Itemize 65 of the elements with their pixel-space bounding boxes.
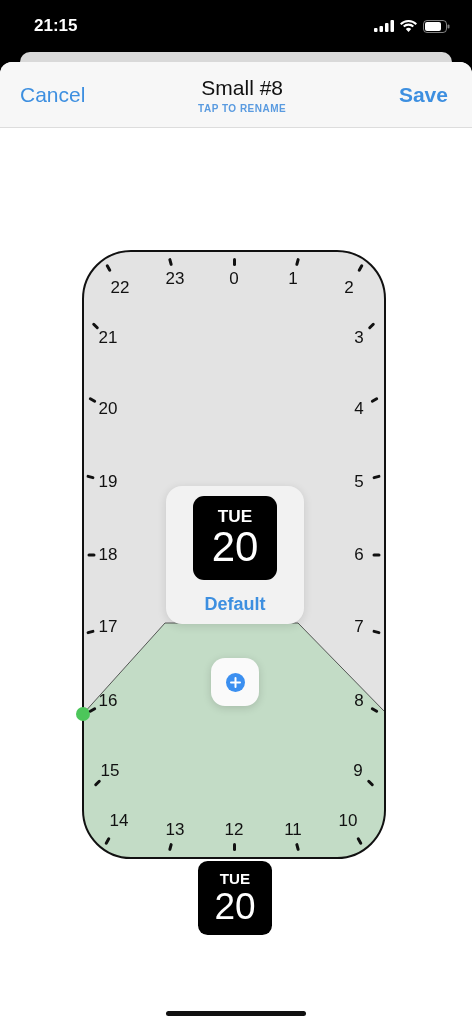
hour-label: 2: [344, 278, 354, 298]
hour-label: 10: [338, 811, 358, 831]
hour-tick: [94, 779, 102, 787]
hour-tick: [88, 396, 97, 404]
hour-tick: [232, 843, 236, 851]
default-label: Default: [204, 594, 266, 615]
hour-tick: [370, 706, 379, 714]
hour-label: 8: [354, 691, 364, 711]
status-time: 21:15: [34, 16, 78, 36]
hour-label: 16: [98, 691, 118, 711]
hour-label: 4: [354, 399, 364, 419]
handle-dot[interactable]: [76, 707, 90, 721]
hour-tick: [167, 843, 173, 852]
rename-hint[interactable]: TAP TO RENAME: [198, 102, 287, 114]
weekday-label: TUE: [217, 507, 253, 525]
hour-label: 5: [354, 472, 364, 492]
hour-label: 18: [98, 545, 118, 565]
hour-label: 7: [354, 617, 364, 637]
cancel-button[interactable]: Cancel: [20, 82, 86, 107]
default-card[interactable]: TUE 20 Default: [166, 486, 304, 624]
hour-label: 20: [98, 399, 118, 419]
hour-tick: [87, 553, 95, 557]
hour-tick: [356, 836, 363, 846]
hour-label: 21: [98, 328, 118, 348]
hour-tick: [295, 257, 301, 266]
hour-tick: [370, 396, 379, 404]
date-number: 20: [214, 887, 256, 925]
hour-tick: [232, 258, 236, 266]
hour-tick: [86, 629, 95, 635]
wifi-icon: [400, 20, 417, 32]
battery-icon: [423, 19, 450, 33]
add-button[interactable]: [211, 658, 259, 706]
hour-tick: [366, 779, 374, 787]
hour-label: 15: [100, 761, 120, 781]
hour-label: 13: [165, 820, 185, 840]
weekday-label: TUE: [219, 871, 251, 887]
hour-tick: [357, 263, 364, 273]
plus-icon: [225, 672, 245, 692]
widget-title[interactable]: Small #8: [201, 75, 283, 100]
hour-label: 19: [98, 472, 118, 492]
date-number: 20: [211, 526, 259, 569]
hour-label: 22: [110, 278, 130, 298]
hour-tick: [372, 474, 381, 480]
hour-tick: [88, 706, 97, 714]
hour-tick: [372, 553, 380, 557]
signal-icon: [374, 20, 394, 32]
hour-tick: [104, 836, 111, 846]
save-button[interactable]: Save: [398, 82, 448, 107]
hour-label: 23: [165, 269, 185, 289]
hour-tick: [367, 322, 375, 330]
hour-label: 14: [109, 811, 129, 831]
hour-label: 17: [98, 617, 118, 637]
hour-tick: [92, 322, 100, 330]
hour-tick: [167, 257, 173, 266]
hour-label: 0: [229, 269, 239, 289]
hour-tick: [372, 629, 381, 635]
hour-tick: [86, 474, 95, 480]
hour-label: 11: [284, 820, 302, 840]
hour-label: 1: [288, 269, 298, 289]
hour-label: 3: [354, 328, 364, 348]
hour-tick: [105, 263, 112, 273]
hour-tick: [295, 843, 301, 852]
hour-label: 6: [354, 545, 364, 565]
hour-label: 12: [224, 820, 244, 840]
hour-label: 9: [353, 761, 363, 781]
